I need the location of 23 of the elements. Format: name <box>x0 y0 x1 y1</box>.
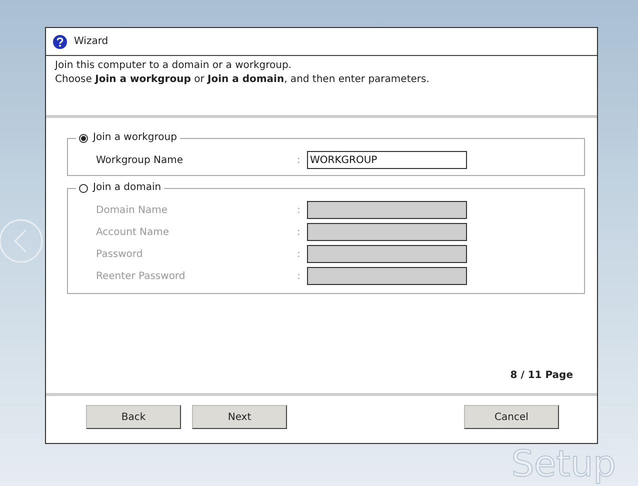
nav-button[interactable]: Back <box>86 405 181 429</box>
separator-text: : <box>297 154 302 166</box>
radio-button[interactable] <box>79 184 88 192</box>
separator-text: : <box>297 204 302 216</box>
field-label: Reenter Password <box>96 270 186 282</box>
window-title: Wizard <box>74 36 108 47</box>
field-label: Account Name <box>96 226 170 238</box>
radio-label[interactable]: Join a workgroup <box>93 131 177 145</box>
help-icon <box>53 34 67 48</box>
separator-text: : <box>297 226 302 238</box>
input-field[interactable]: WORKGROUP <box>307 151 467 169</box>
nav-button[interactable]: Next <box>192 405 287 429</box>
radio-label[interactable]: Join a domain <box>93 181 162 195</box>
field-label: Workgroup Name <box>96 154 184 166</box>
description-text: Join this computer to a domain or a workgroup. <box>55 60 292 71</box>
separator-text: : <box>297 248 302 260</box>
page-indicator: 8 / 11 Page <box>509 370 574 383</box>
field-label: Password <box>96 248 144 260</box>
radio-button[interactable] <box>79 134 88 142</box>
cancel-button[interactable]: Cancel <box>464 405 559 429</box>
field-label: Domain Name <box>96 204 168 216</box>
separator-text: : <box>297 270 302 282</box>
description-text: Choose Join a workgroup or Join a domain, and then enter parameters. <box>55 74 430 85</box>
